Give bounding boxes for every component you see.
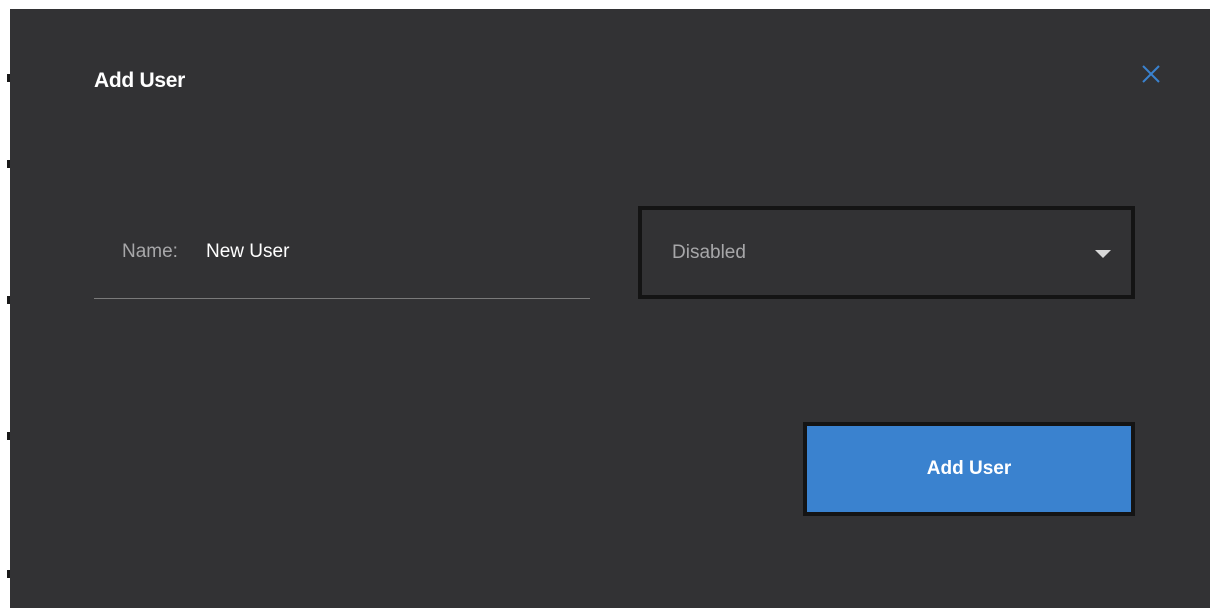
add-user-dialog: Add User Name: New User Disabled Add Use…: [10, 9, 1210, 608]
name-input[interactable]: New User: [206, 241, 289, 263]
status-select-value: Disabled: [672, 242, 746, 263]
status-select[interactable]: Disabled: [638, 206, 1135, 299]
name-label: Name:: [122, 241, 178, 262]
chevron-down-icon: [1095, 250, 1111, 258]
add-user-button[interactable]: Add User: [803, 422, 1135, 516]
add-user-button-label: Add User: [807, 426, 1131, 512]
background-window-edge: [0, 0, 10, 608]
dialog-title: Add User: [94, 69, 185, 92]
name-field[interactable]: Name: New User: [94, 217, 590, 299]
close-button[interactable]: [1138, 60, 1168, 90]
close-icon: [1142, 65, 1160, 83]
